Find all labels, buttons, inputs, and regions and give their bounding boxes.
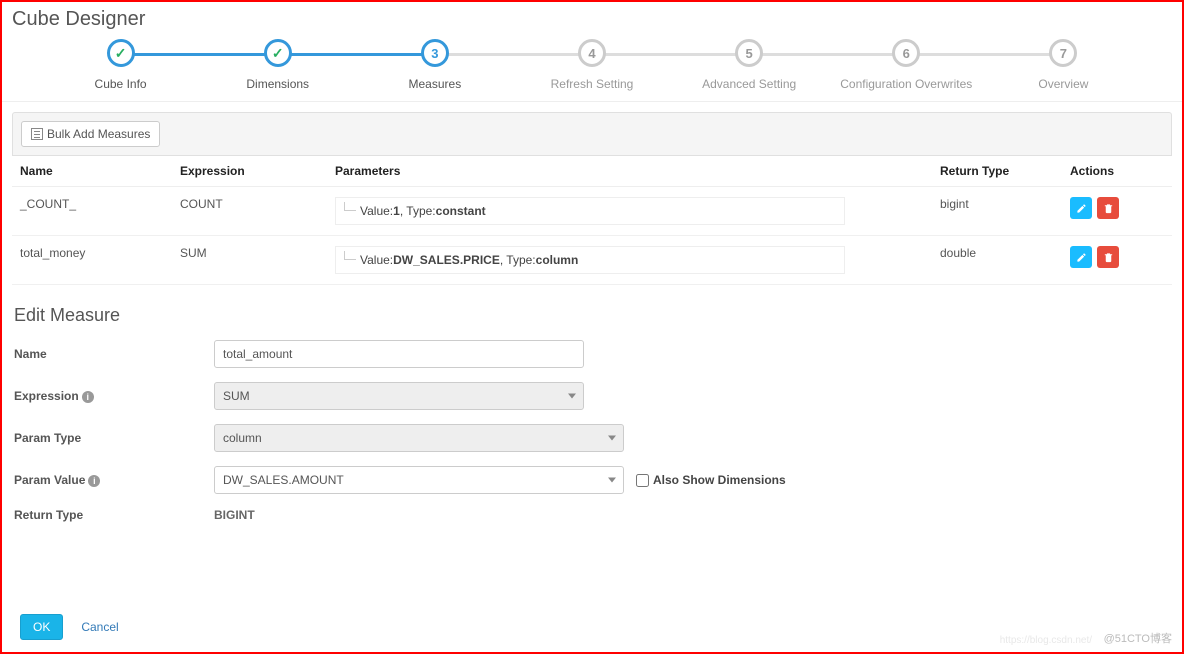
step-measures[interactable]: 3 Measures: [356, 39, 513, 91]
col-expression: Expression: [172, 156, 327, 187]
col-parameters: Parameters: [327, 156, 932, 187]
edit-button[interactable]: [1070, 197, 1092, 219]
watermark: @51CTO博客: [1104, 630, 1172, 646]
param-value-select[interactable]: DW_SALES.AMOUNT: [214, 466, 624, 494]
watermark-url: https://blog.csdn.net/: [1000, 635, 1092, 646]
check-icon: ✓: [115, 45, 127, 62]
edit-title: Edit Measure: [14, 305, 1170, 326]
col-actions: Actions: [1062, 156, 1172, 187]
name-label: Name: [14, 347, 214, 361]
return-type-label: Return Type: [14, 508, 214, 522]
param-type-label: Param Type: [14, 431, 214, 445]
measures-table: Name Expression Parameters Return Type A…: [12, 156, 1172, 285]
step-dimensions[interactable]: ✓ Dimensions: [199, 39, 356, 91]
also-show-dimensions-checkbox[interactable]: Also Show Dimensions: [636, 473, 786, 487]
col-name: Name: [12, 156, 172, 187]
return-type-value: BIGINT: [214, 508, 255, 522]
edit-measure-form: Edit Measure Name Expressioni SUM Param …: [2, 295, 1182, 546]
expression-label: Expressioni: [14, 389, 214, 403]
check-icon: ✓: [272, 45, 284, 62]
col-return: Return Type: [932, 156, 1062, 187]
bulk-add-button[interactable]: Bulk Add Measures: [21, 121, 160, 147]
name-input[interactable]: [214, 340, 584, 368]
list-icon: [31, 128, 43, 140]
delete-button[interactable]: [1097, 246, 1119, 268]
expression-select[interactable]: SUM: [214, 382, 584, 410]
step-config[interactable]: 6 Configuration Overwrites: [828, 39, 985, 91]
table-row: _COUNT_ COUNT Value:1, Type:constant big…: [12, 187, 1172, 236]
cancel-button[interactable]: Cancel: [81, 620, 118, 634]
param-cell: Value:DW_SALES.PRICE, Type:column: [335, 246, 845, 274]
info-icon[interactable]: i: [82, 391, 94, 403]
table-row: total_money SUM Value:DW_SALES.PRICE, Ty…: [12, 236, 1172, 285]
page-title: Cube Designer: [2, 2, 1182, 39]
step-cube-info[interactable]: ✓ Cube Info: [42, 39, 199, 91]
param-cell: Value:1, Type:constant: [335, 197, 845, 225]
param-type-select[interactable]: column: [214, 424, 624, 452]
stepper: ✓ Cube Info ✓ Dimensions 3 Measures 4 Re…: [2, 39, 1182, 102]
step-refresh[interactable]: 4 Refresh Setting: [513, 39, 670, 91]
edit-button[interactable]: [1070, 246, 1092, 268]
step-advanced[interactable]: 5 Advanced Setting: [671, 39, 828, 91]
toolbar: Bulk Add Measures: [12, 112, 1172, 156]
info-icon[interactable]: i: [88, 475, 100, 487]
param-value-label: Param Valuei: [14, 473, 214, 487]
ok-button[interactable]: OK: [20, 614, 63, 640]
delete-button[interactable]: [1097, 197, 1119, 219]
step-overview[interactable]: 7 Overview: [985, 39, 1142, 91]
